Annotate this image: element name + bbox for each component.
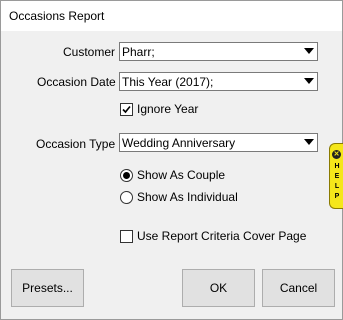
show-as-couple-radio[interactable] xyxy=(120,169,133,182)
ignore-year-checkbox[interactable] xyxy=(120,103,133,116)
occasion-date-value: This Year (2017); xyxy=(122,75,214,89)
ok-button[interactable]: OK xyxy=(182,269,255,307)
occasion-date-dropdown-button[interactable] xyxy=(300,73,317,90)
window-title: Occasions Report xyxy=(9,9,105,23)
cover-page-checkbox[interactable] xyxy=(120,230,133,243)
title-bar: Occasions Report xyxy=(1,1,342,31)
ignore-year-label[interactable]: Ignore Year xyxy=(137,102,198,116)
occasion-date-combobox[interactable]: This Year (2017); xyxy=(119,72,318,91)
customer-combobox[interactable]: Pharr; xyxy=(119,42,318,61)
customer-dropdown-button[interactable] xyxy=(300,43,317,60)
help-tab[interactable]: ✕ H E L P xyxy=(329,143,343,209)
customer-label: Customer xyxy=(63,45,116,59)
cancel-button[interactable]: Cancel xyxy=(262,269,335,307)
checkmark-icon xyxy=(122,105,131,114)
show-as-individual-radio[interactable] xyxy=(120,191,133,204)
show-as-individual-label[interactable]: Show As Individual xyxy=(137,190,238,204)
occasion-type-combobox[interactable]: Wedding Anniversary xyxy=(119,133,318,152)
show-as-couple-label[interactable]: Show As Couple xyxy=(137,168,225,182)
presets-button[interactable]: Presets... xyxy=(11,269,84,307)
chevron-down-icon xyxy=(304,139,314,145)
cover-page-label[interactable]: Use Report Criteria Cover Page xyxy=(137,229,306,243)
occasion-type-value: Wedding Anniversary xyxy=(122,136,236,150)
radio-selected-dot xyxy=(123,172,130,179)
chevron-down-icon xyxy=(304,78,314,84)
occasion-type-label: Occasion Type xyxy=(36,137,116,151)
occasion-type-dropdown-button[interactable] xyxy=(300,134,317,151)
occasions-report-dialog: Occasions Report Customer Pharr; Occasio… xyxy=(0,0,343,320)
help-label: H E L P xyxy=(334,163,340,200)
customer-value: Pharr; xyxy=(122,45,155,59)
occasion-date-label: Occasion Date xyxy=(37,75,116,89)
chevron-down-icon xyxy=(304,48,314,54)
close-icon: ✕ xyxy=(332,150,341,159)
